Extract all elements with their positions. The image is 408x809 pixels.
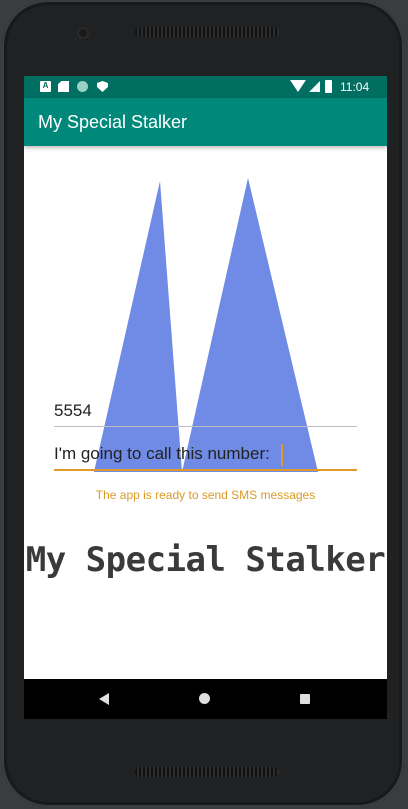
app-bar: My Special Stalker [24,98,387,146]
back-icon[interactable] [99,693,109,705]
a-notification-icon: A [40,81,51,92]
app-title: My Special Stalker [38,112,188,132]
recents-icon[interactable] [300,694,310,704]
bottom-speaker [135,767,279,777]
text-cursor [281,444,283,466]
battery-icon [325,80,332,93]
wifi-icon [290,80,306,92]
message-field[interactable] [54,438,357,471]
status-bar: A 11:04 [24,76,387,98]
top-speaker [135,27,279,37]
sync-circle-icon [77,81,88,92]
navigation-bar [24,679,387,719]
app-screen: A 11:04 My Special Stalker The app is re… [24,76,387,719]
shield-icon [97,81,108,92]
signal-icon [309,81,320,92]
home-icon[interactable] [199,693,210,704]
front-camera [79,29,87,37]
status-time: 11:04 [340,80,370,94]
sd-card-icon [58,81,69,92]
banner-title: My Special Stalker [25,540,386,580]
phone-number-field[interactable] [54,396,357,427]
logo-right-triangle [182,178,318,472]
status-message: The app is ready to send SMS messages [95,488,316,502]
logo-left-triangle [94,181,182,472]
